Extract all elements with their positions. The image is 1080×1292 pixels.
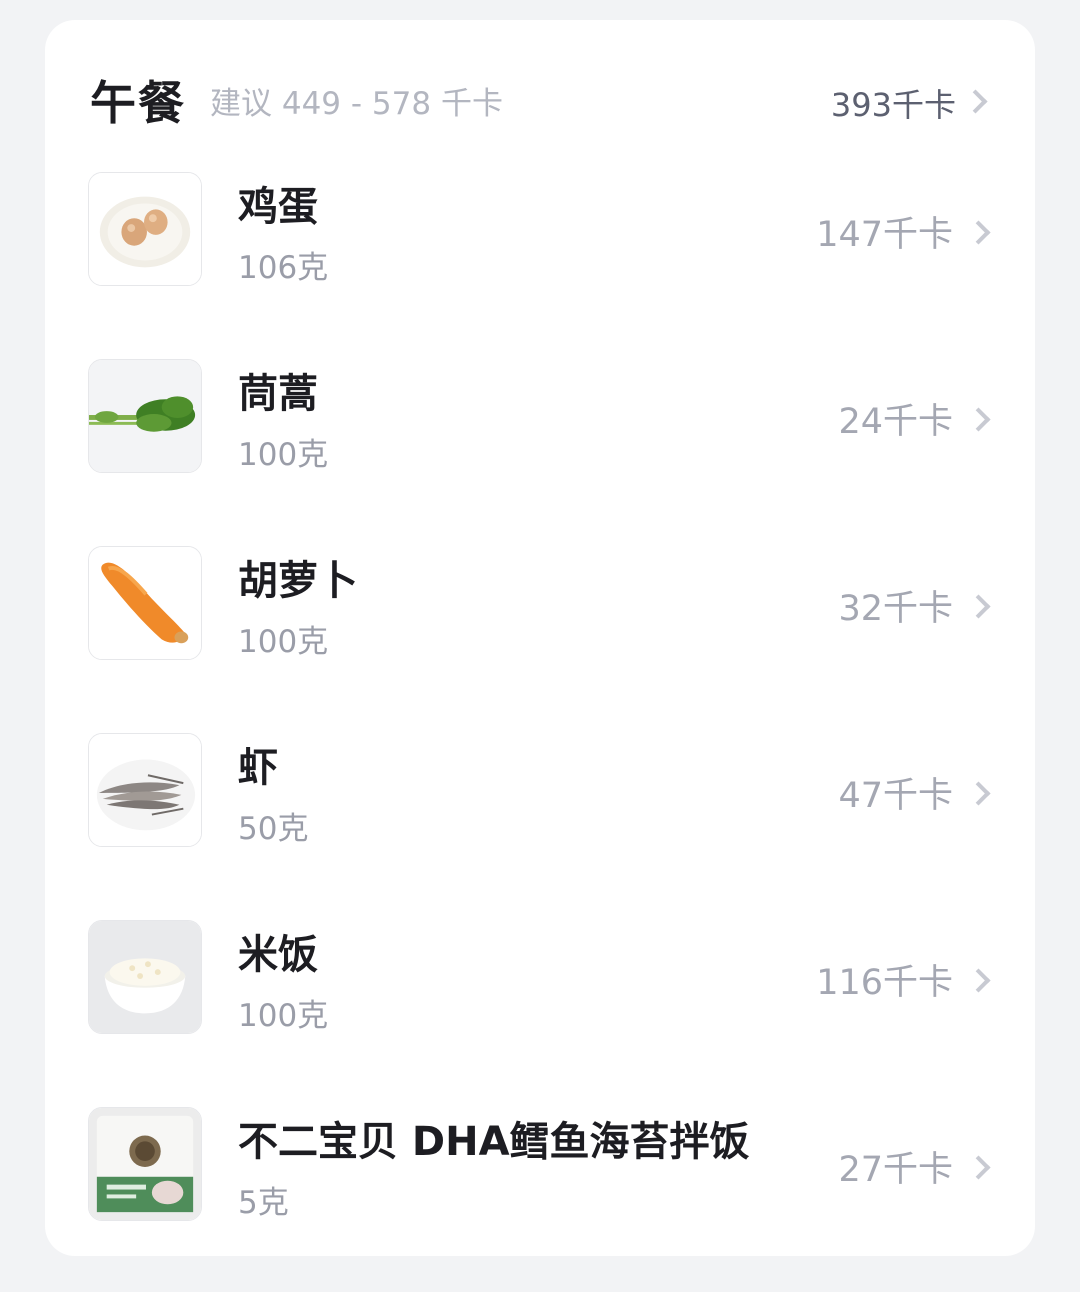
chevron-right-icon (966, 1155, 991, 1180)
food-name: 胡萝卜 (238, 558, 358, 604)
carrot-image (88, 546, 202, 660)
food-name: 鸡蛋 (238, 184, 318, 230)
food-kcal: 147千卡 (816, 215, 953, 255)
food-name: 不二宝贝 DHA鳕鱼海苔拌饭 (238, 1119, 750, 1165)
chevron-right-icon (966, 407, 991, 432)
rice-image (88, 920, 202, 1034)
food-kcal: 24千卡 (838, 402, 953, 442)
list-item[interactable]: 鸡蛋 106克 147千卡 (88, 170, 993, 357)
food-kcal: 32千卡 (838, 589, 953, 629)
list-item[interactable]: 米饭 100克 116千卡 (88, 918, 993, 1105)
food-list: 鸡蛋 106克 147千卡 茼蒿 100克 24千卡 胡萝卜 100克 32千卡… (88, 170, 993, 1292)
list-item[interactable]: 不二宝贝 DHA鳕鱼海苔拌饭 5克 27千卡 (88, 1105, 993, 1292)
meal-header[interactable]: 午餐 建议 449 - 578 千卡 393千卡 (90, 70, 990, 130)
food-amount: 5克 (238, 1185, 289, 1221)
food-amount: 100克 (238, 998, 329, 1034)
list-item[interactable]: 茼蒿 100克 24千卡 (88, 357, 993, 544)
meal-suggestion: 建议 449 - 578 千卡 (210, 85, 503, 122)
meal-total-kcal: 393千卡 (830, 86, 956, 124)
list-item[interactable]: 胡萝卜 100克 32千卡 (88, 544, 993, 731)
chevron-right-icon (966, 594, 991, 619)
seasoning-package-image (88, 1107, 202, 1221)
meal-title: 午餐 (90, 76, 186, 130)
chevron-right-icon (966, 781, 991, 806)
meal-card: 午餐 建议 449 - 578 千卡 393千卡 鸡蛋 106克 147千卡 茼… (45, 20, 1035, 1256)
crown-daisy-image (88, 359, 202, 473)
chevron-right-icon (966, 220, 991, 245)
shrimp-image (88, 733, 202, 847)
food-amount: 50克 (238, 811, 309, 847)
food-kcal: 116千卡 (816, 963, 953, 1003)
food-name: 茼蒿 (238, 371, 318, 417)
food-name: 虾 (238, 745, 278, 791)
food-name: 米饭 (238, 932, 318, 978)
egg-image (88, 172, 202, 286)
food-amount: 100克 (238, 624, 329, 660)
chevron-right-icon (966, 968, 991, 993)
food-kcal: 27千卡 (838, 1150, 953, 1190)
food-kcal: 47千卡 (838, 776, 953, 816)
food-amount: 106克 (238, 250, 329, 286)
list-item[interactable]: 虾 50克 47千卡 (88, 731, 993, 918)
food-amount: 100克 (238, 437, 329, 473)
chevron-right-icon (963, 89, 988, 114)
